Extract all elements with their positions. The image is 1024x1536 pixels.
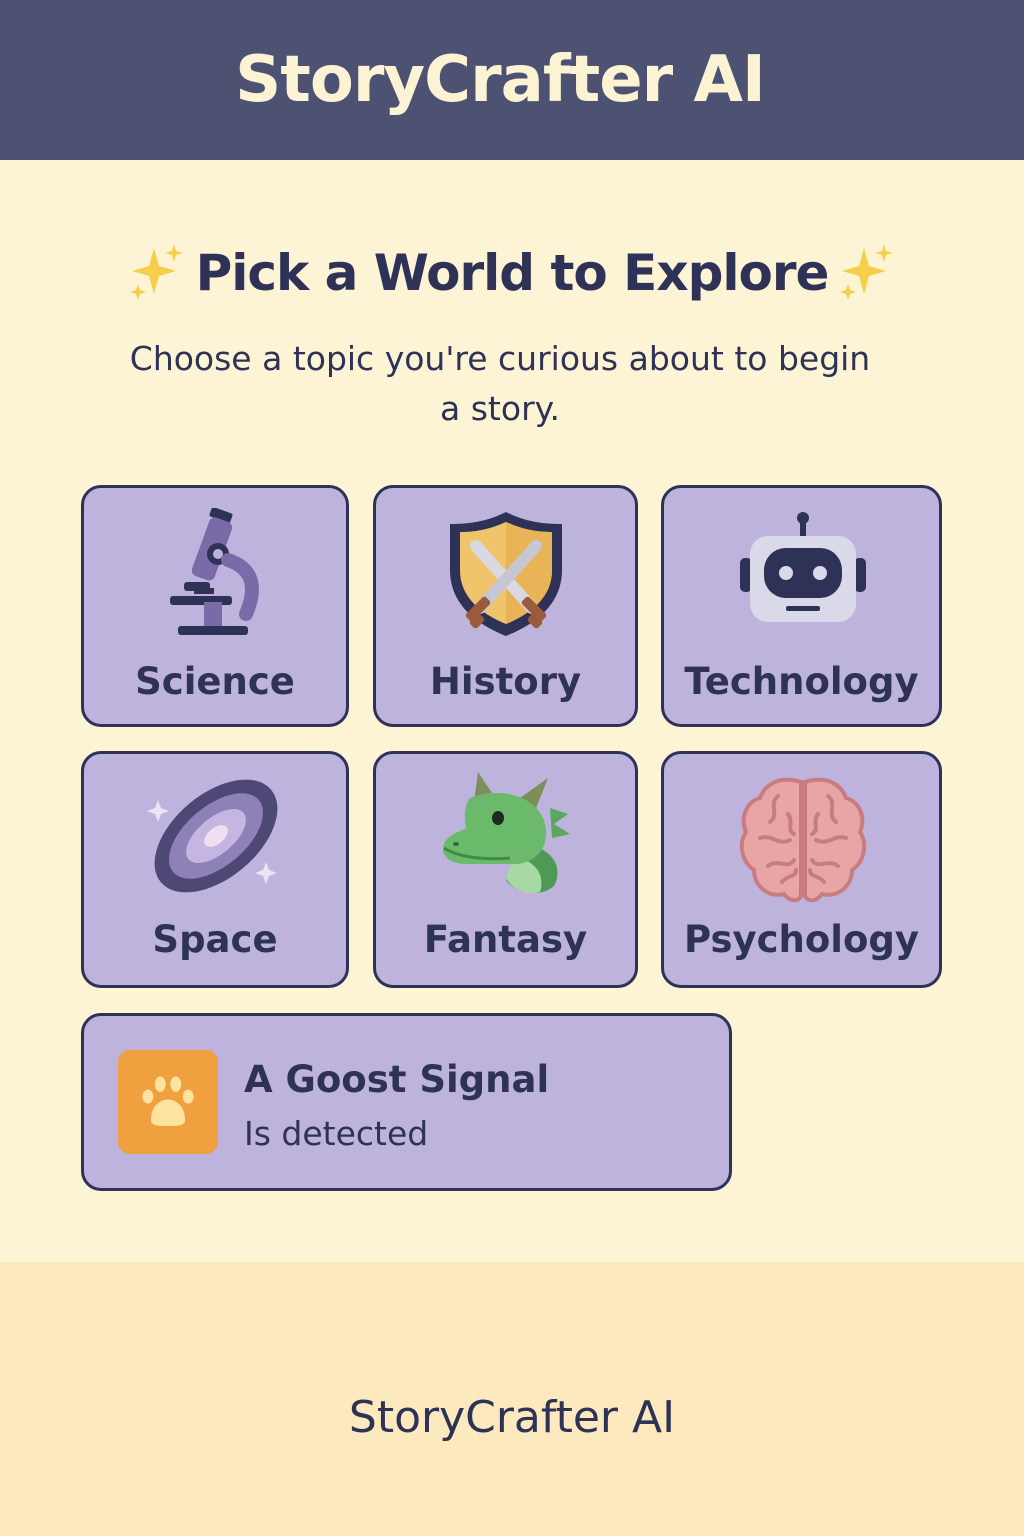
topic-card-psychology[interactable]: Psychology [661,751,942,988]
topic-card-history[interactable]: History [373,485,638,727]
paw-badge [118,1050,218,1154]
robot-icon [740,512,866,622]
galaxy-icon [147,779,278,893]
dragon-icon [442,772,570,894]
paw-icon [142,1076,194,1127]
footer-brand: StoryCrafter AI [348,1392,676,1443]
footer: StoryCrafter AI [0,1262,1024,1536]
section-heading: Pick a World to Explore [0,240,1024,306]
sparkles-icon [129,244,183,300]
topic-label: Fantasy [423,918,588,961]
topic-label: Space [152,918,278,961]
topic-card-space[interactable]: Space [81,751,349,988]
featured-story-subtitle: Is detected [244,1114,429,1153]
brain-icon [739,777,867,903]
topic-card-science[interactable]: Science [81,485,349,727]
topic-label: History [429,660,582,703]
topic-label: Technology [684,660,919,703]
topic-card-technology[interactable]: Technology [661,485,942,727]
topic-label: Psychology [683,918,919,961]
sparkles-icon [840,244,894,300]
topic-label: Science [135,660,295,703]
featured-story-card[interactable]: A Goost Signal Is detected [81,1013,732,1191]
shield-swords-icon [450,512,562,636]
app-header: StoryCrafter AI [0,0,1024,160]
topic-card-fantasy[interactable]: Fantasy [373,751,638,988]
app-title: StoryCrafter AI [235,43,766,117]
featured-story-title: A Goost Signal [244,1058,550,1101]
microscope-icon [170,508,259,635]
page-title: Pick a World to Explore [195,244,830,302]
page-subtitle: Choose a topic you're curious about to b… [129,339,871,428]
